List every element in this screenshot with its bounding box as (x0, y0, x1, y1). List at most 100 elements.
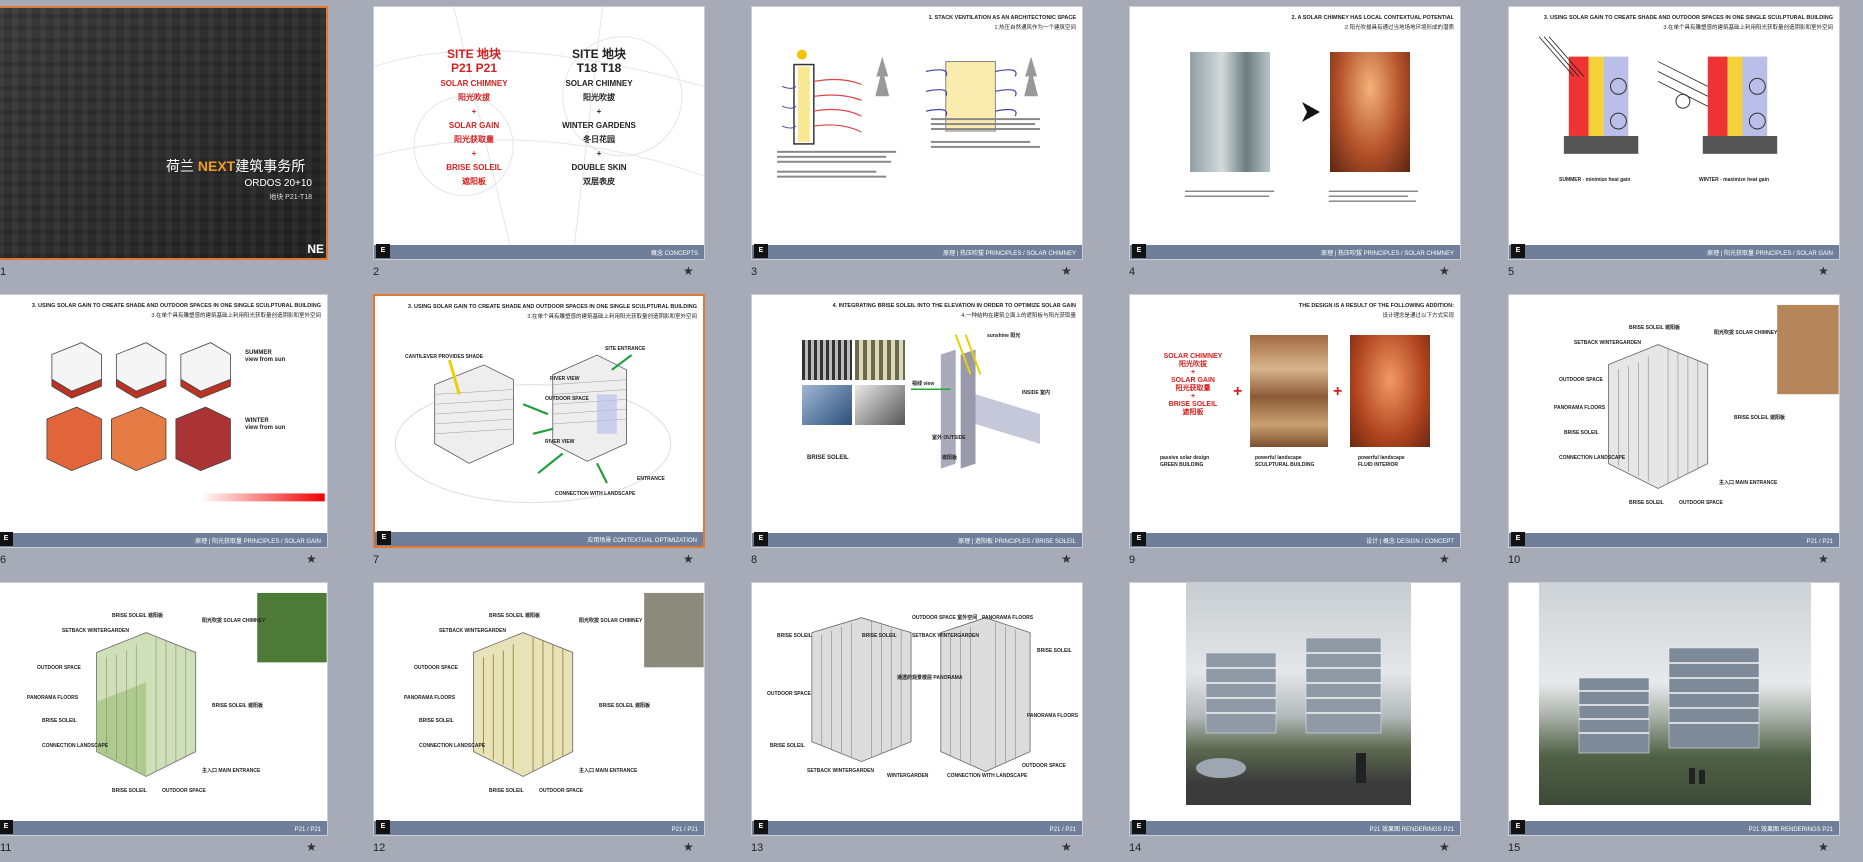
slide-number: 15 (1508, 842, 1521, 854)
slide-thumbnail-5[interactable]: 3. USING SOLAR GAIN TO CREATE SHADE AND … (1508, 0, 1846, 286)
annotation-label: 主入口 MAIN ENTRANCE (1719, 480, 1778, 486)
annotation-label: BRISE SOLEIL (807, 455, 849, 461)
slide-6-canvas[interactable]: 3. USING SOLAR GAIN TO CREATE SHADE AND … (0, 294, 328, 548)
slide-transition-icon[interactable]: ★ (306, 840, 317, 854)
slide-thumbnail-15[interactable]: P21 效果图 RENDERINGS P21 E 15 ★ (1508, 576, 1846, 862)
slide-8-canvas[interactable]: 4. INTEGRATING BRISE SOLEIL INTO THE ELE… (751, 294, 1083, 548)
caption: powerful landscape (1358, 455, 1405, 461)
slide-thumbnail-2[interactable]: SITE 地块 P21 P21 SOLAR CHIMNEY 阳光吹拔 + SOL… (373, 0, 711, 286)
slide-transition-icon[interactable]: ★ (1061, 264, 1072, 278)
concept-item: 阳光吹拔 (458, 93, 490, 102)
slide-footer: 应用场景 CONTEXTUAL OPTIMIZATION (375, 532, 703, 546)
contextual-axonometric (394, 354, 672, 504)
slide-12-canvas[interactable]: BRISE SOLEIL 遮阳板 阳光吹拔 SOLAR CHIMNEY SETB… (373, 582, 705, 836)
slide-transition-icon[interactable]: ★ (1061, 840, 1072, 854)
next-logo: NE (307, 242, 324, 256)
concept-item: 阳光获取量 (454, 135, 494, 144)
slide-footer: P21 / P21 (1509, 533, 1839, 547)
slide-number: 2 (373, 266, 380, 278)
slide-title: THE DESIGN IS A RESULT OF THE FOLLOWING … (1298, 303, 1454, 309)
site-t18-column: SITE 地块 T18 T18 SOLAR CHIMNEY 阳光吹拔 + WIN… (554, 47, 644, 187)
slide-footer: P21 / P21 (752, 821, 1082, 835)
slide-transition-icon[interactable]: ★ (1439, 264, 1450, 278)
annotation-label: BRISE SOLEIL 遮阳板 (212, 703, 264, 709)
annotation-label: PANORAMA FLOORS (1027, 713, 1079, 719)
slide-transition-icon[interactable]: ★ (1818, 264, 1829, 278)
slide-number: 13 (751, 842, 764, 854)
slide-number: 11 (0, 842, 12, 854)
annotation-label: 主入口 MAIN ENTRANCE (202, 768, 261, 774)
concept-item: 遮阳板 (1182, 409, 1204, 416)
slide-9-canvas[interactable]: THE DESIGN IS A RESULT OF THE FOLLOWING … (1129, 294, 1461, 548)
concept-item: 阳光吹拔 (583, 93, 615, 102)
slide-15-canvas[interactable]: P21 效果图 RENDERINGS P21 E (1508, 582, 1840, 836)
annotation-label: BRISE SOLEIL (489, 788, 524, 794)
site-p21-column: SITE 地块 P21 P21 SOLAR CHIMNEY 阳光吹拔 + SOL… (434, 47, 514, 187)
site-code: T18 T18 (576, 61, 622, 75)
plus-icon: + (1333, 383, 1343, 400)
caption: FLUID INTERIOR (1358, 462, 1398, 468)
winter-label: WINTER (245, 418, 269, 424)
slide-transition-icon[interactable]: ★ (1439, 552, 1450, 566)
annotation-label: BRISE SOLEIL (777, 633, 812, 639)
annotation-label: sunshine 阳光 (987, 333, 1021, 339)
slide-transition-icon[interactable]: ★ (683, 840, 694, 854)
slide-thumbnail-14[interactable]: P21 效果图 RENDERINGS P21 E 14 ★ (1129, 576, 1467, 862)
slide-thumbnail-1[interactable]: 荷兰 NEXT建筑事务所 ORDOS 20+10 地块 P21-T18 NE 1 (0, 0, 334, 286)
concept-item: SOLAR GAIN (1171, 377, 1215, 384)
annotation-label: OUTDOOR SPACE (162, 788, 206, 794)
slide-transition-icon[interactable]: ★ (683, 552, 694, 566)
annotation-label: OUTDOOR SPACE (539, 788, 583, 794)
slide-thumbnail-13[interactable]: OUTDOOR SPACE 室外空间 PANORAMA FLOORS BRISE… (751, 576, 1089, 862)
plus-sign: + (471, 107, 477, 116)
slide-transition-icon[interactable]: ★ (683, 264, 694, 278)
slide-thumbnail-12[interactable]: BRISE SOLEIL 遮阳板 阳光吹拔 SOLAR CHIMNEY SETB… (373, 576, 711, 862)
plus-icon: + (1233, 383, 1243, 400)
annotation-label: 主入口 MAIN ENTRANCE (579, 768, 638, 774)
slide-4-canvas[interactable]: 2. A SOLAR CHIMNEY HAS LOCAL CONTEXTUAL … (1129, 6, 1461, 260)
winter-label: WINTER - maximize heat gain (1699, 177, 1770, 183)
slide-thumbnail-9[interactable]: THE DESIGN IS A RESULT OF THE FOLLOWING … (1129, 288, 1467, 574)
slide-11-canvas[interactable]: BRISE SOLEIL 遮阳板 阳光吹拔 SOLAR CHIMNEY SETB… (0, 582, 328, 836)
annotation-label: CONNECTION LANDSCAPE (419, 743, 486, 749)
slide-thumbnail-11[interactable]: BRISE SOLEIL 遮阳板 阳光吹拔 SOLAR CHIMNEY SETB… (0, 576, 334, 862)
annotation-label: WINTERGARDEN (887, 773, 929, 779)
annotation-label: INSIDE 室内 (1022, 390, 1051, 396)
concept-item: SOLAR CHIMNEY (565, 79, 633, 88)
next-logo: E (754, 244, 768, 258)
slide-thumbnail-8[interactable]: 4. INTEGRATING BRISE SOLEIL INTO THE ELE… (751, 288, 1089, 574)
slide-thumbnail-4[interactable]: 2. A SOLAR CHIMNEY HAS LOCAL CONTEXTUAL … (1129, 0, 1467, 286)
slide-14-canvas[interactable]: P21 效果图 RENDERINGS P21 E (1129, 582, 1461, 836)
caption: SCULPTURAL BUILDING (1255, 462, 1315, 468)
annotation-label: OUTDOOR SPACE (1022, 763, 1066, 769)
slide-3-canvas[interactable]: 1. STACK VENTILATION AS AN ARCHITECTONIC… (751, 6, 1083, 260)
stack-ventilation-diagram (777, 49, 1041, 178)
slide-transition-icon[interactable]: ★ (1818, 552, 1829, 566)
slide-transition-icon[interactable]: ★ (1439, 840, 1450, 854)
annotation-label: 视线 view (912, 381, 935, 387)
annotation-label: CONNECTION WITH LANDSCAPE (555, 491, 636, 497)
annotation-label: OUTDOOR SPACE (545, 396, 589, 402)
slide-13-canvas[interactable]: OUTDOOR SPACE 室外空间 PANORAMA FLOORS BRISE… (751, 582, 1083, 836)
slide-1-canvas[interactable]: 荷兰 NEXT建筑事务所 ORDOS 20+10 地块 P21-T18 NE (0, 6, 328, 260)
next-logo: E (0, 532, 13, 546)
slide-transition-icon[interactable]: ★ (306, 552, 317, 566)
slide-thumbnail-6[interactable]: 3. USING SOLAR GAIN TO CREATE SHADE AND … (0, 288, 334, 574)
slide-2-canvas[interactable]: SITE 地块 P21 P21 SOLAR CHIMNEY 阳光吹拔 + SOL… (373, 6, 705, 260)
slide-transition-icon[interactable]: ★ (1061, 552, 1072, 566)
plus-sign: + (596, 149, 602, 158)
slide-7-canvas[interactable]: 3. USING SOLAR GAIN TO CREATE SHADE AND … (373, 294, 705, 548)
slide-10-canvas[interactable]: BRISE SOLEIL 遮阳板 阳光吹拔 SOLAR CHIMNEY SETB… (1508, 294, 1840, 548)
slide-transition-icon[interactable]: ★ (1818, 840, 1829, 854)
slide-5-canvas[interactable]: 3. USING SOLAR GAIN TO CREATE SHADE AND … (1508, 6, 1840, 260)
footer-text: 设计 | 概念 DESIGN / CONCEPT (1366, 539, 1454, 545)
concept-item: 遮阳板 (462, 177, 486, 186)
building-axonometric-green (96, 592, 327, 777)
slide-thumbnail-3[interactable]: 1. STACK VENTILATION AS AN ARCHITECTONIC… (751, 0, 1089, 286)
slide-thumbnail-7[interactable]: 3. USING SOLAR GAIN TO CREATE SHADE AND … (373, 288, 711, 574)
slide-number: 12 (373, 842, 386, 854)
rock-landscape-photo (1250, 335, 1328, 447)
slide-footer: P21 / P21 (0, 821, 327, 835)
slide-footer: 原理 | 阳光获取量 PRINCIPLES / SOLAR GAIN (1509, 245, 1839, 259)
slide-thumbnail-10[interactable]: BRISE SOLEIL 遮阳板 阳光吹拔 SOLAR CHIMNEY SETB… (1508, 288, 1846, 574)
